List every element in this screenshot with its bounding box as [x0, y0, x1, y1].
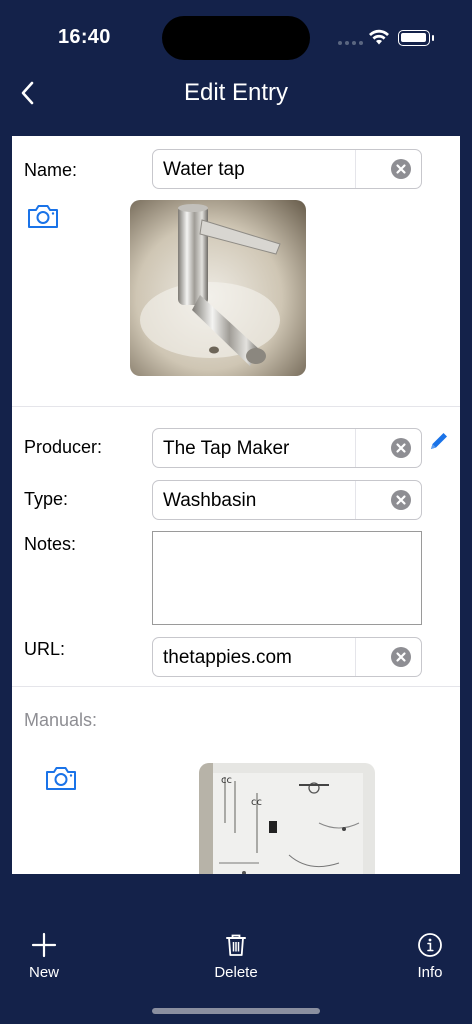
info-button-label: Info [417, 964, 443, 981]
producer-label: Producer: [24, 437, 103, 457]
dynamic-island [162, 16, 310, 60]
home-indicator[interactable] [152, 1008, 320, 1014]
notes-label: Notes: [24, 534, 77, 554]
clear-icon[interactable] [391, 490, 411, 510]
page-title: Edit Entry [183, 79, 289, 106]
entry-form: Name: Water tap Producer: The Tap Maker … [12, 136, 460, 874]
delete-button-label: Delete [214, 964, 258, 981]
pencil-icon[interactable] [428, 430, 450, 452]
notes-textarea[interactable] [152, 531, 422, 625]
info-button[interactable]: Info [390, 932, 470, 981]
url-label: URL: [24, 639, 66, 659]
status-bar: 16:40 [0, 0, 472, 70]
status-time: 16:40 [58, 26, 111, 48]
manuals-label: Manuals: [24, 710, 98, 730]
clear-icon[interactable] [391, 159, 411, 179]
battery-icon [398, 30, 434, 46]
url-field-value: thetappies.com [163, 647, 292, 668]
plus-icon [31, 932, 57, 958]
url-field[interactable]: thetappies.com [152, 637, 422, 677]
clear-icon[interactable] [391, 647, 411, 667]
svg-text:cc: cc [251, 797, 262, 808]
name-field[interactable]: Water tap [152, 149, 422, 189]
name-field-value: Water tap [163, 159, 245, 180]
clear-icon[interactable] [391, 438, 411, 458]
type-label: Type: [24, 489, 69, 509]
type-field-value: Washbasin [163, 490, 257, 511]
svg-text:cc: cc [221, 775, 232, 786]
type-field[interactable]: Washbasin [152, 480, 422, 520]
cellular-signal-icon [338, 41, 363, 45]
name-label: Name: [24, 160, 78, 180]
delete-button[interactable]: Delete [196, 932, 276, 981]
camera-icon[interactable] [26, 202, 60, 230]
producer-field[interactable]: The Tap Maker [152, 428, 422, 468]
manual-photo[interactable]: cc cc [199, 763, 375, 874]
producer-field-value: The Tap Maker [163, 438, 290, 459]
new-button-label: New [28, 964, 59, 981]
trash-icon [226, 934, 246, 956]
camera-icon[interactable] [44, 764, 78, 792]
wifi-icon [369, 29, 389, 45]
product-photo[interactable] [130, 200, 306, 376]
new-button[interactable]: New [4, 932, 84, 981]
info-icon [418, 933, 442, 957]
